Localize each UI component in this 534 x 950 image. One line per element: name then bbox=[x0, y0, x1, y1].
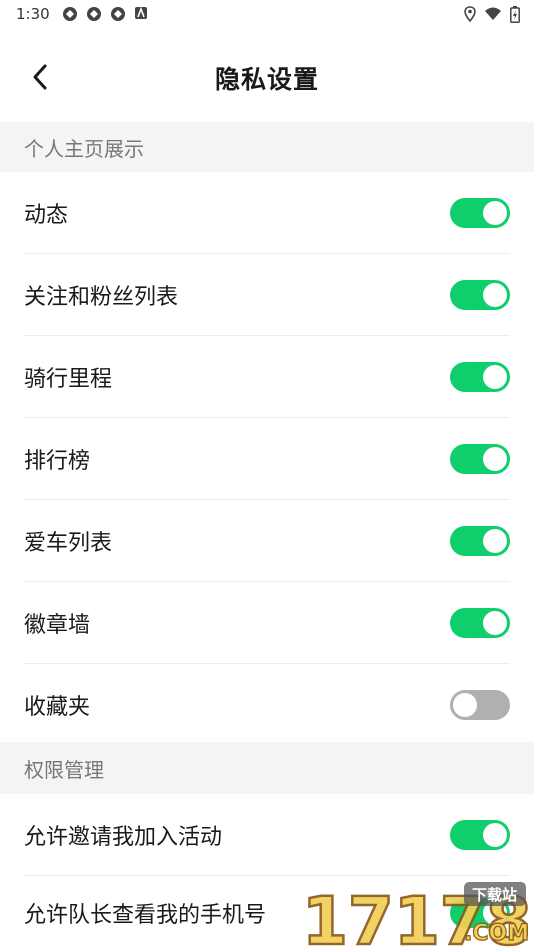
toggle-knob bbox=[453, 693, 477, 717]
setting-label: 允许队长查看我的手机号 bbox=[24, 903, 267, 928]
watermark-logo: 17178 下载站 .COM bbox=[302, 882, 528, 950]
wifi-icon bbox=[485, 7, 501, 20]
setting-row-badge-wall: 徽章墙 bbox=[24, 582, 510, 664]
setting-label: 骑行里程 bbox=[24, 366, 113, 392]
section-header-permissions: 权限管理 bbox=[0, 742, 534, 794]
toggle-knob bbox=[483, 364, 507, 389]
location-icon bbox=[464, 6, 476, 22]
setting-row-activity-invite: 允许邀请我加入活动 bbox=[24, 794, 510, 876]
toggle-switch[interactable] bbox=[450, 197, 510, 228]
setting-row-riding-distance: 骑行里程 bbox=[24, 336, 510, 418]
toggle-knob bbox=[483, 200, 507, 225]
status-icons-left bbox=[62, 6, 148, 22]
setting-row-favorites: 收藏夹 bbox=[24, 664, 510, 746]
toggle-switch[interactable] bbox=[450, 607, 510, 638]
battery-icon bbox=[510, 5, 520, 23]
toggle-switch[interactable] bbox=[450, 525, 510, 556]
page-title: 隐私设置 bbox=[214, 65, 319, 94]
toggle-knob bbox=[483, 822, 507, 847]
setting-label: 排行榜 bbox=[24, 448, 91, 474]
setting-row-dynamic: 动态 bbox=[24, 172, 510, 254]
notification-icon bbox=[62, 7, 77, 21]
setting-label: 收藏夹 bbox=[24, 695, 91, 720]
status-bar: 1:30 bbox=[0, 0, 534, 28]
toggle-knob bbox=[483, 528, 507, 553]
setting-label: 允许邀请我加入活动 bbox=[24, 824, 223, 850]
watermark-tag: 下载站 bbox=[472, 886, 517, 904]
notification-icon bbox=[86, 7, 101, 21]
toggle-knob bbox=[483, 446, 507, 471]
status-time: 1:30 bbox=[16, 5, 50, 23]
toggle-switch[interactable] bbox=[450, 443, 510, 474]
watermark-domain: .COM bbox=[464, 921, 528, 946]
toggle-switch[interactable] bbox=[450, 279, 510, 310]
nav-bar: 隐私设置 bbox=[0, 34, 534, 122]
setting-label: 关注和粉丝列表 bbox=[24, 284, 179, 310]
setting-row-car-list: 爱车列表 bbox=[24, 500, 510, 582]
toggle-switch[interactable] bbox=[450, 690, 510, 720]
setting-row-follow-list: 关注和粉丝列表 bbox=[24, 254, 510, 336]
toggle-switch[interactable] bbox=[450, 361, 510, 392]
setting-label: 徽章墙 bbox=[24, 612, 91, 638]
setting-row-leaderboard: 排行榜 bbox=[24, 418, 510, 500]
toggle-knob bbox=[483, 610, 507, 635]
notification-icon bbox=[110, 7, 125, 21]
app-a-icon bbox=[134, 6, 147, 19]
toggle-knob bbox=[483, 282, 507, 307]
section-header-profile: 个人主页展示 bbox=[0, 122, 534, 172]
chevron-left-icon[interactable] bbox=[26, 62, 56, 92]
setting-label: 爱车列表 bbox=[24, 530, 113, 556]
toggle-switch[interactable] bbox=[450, 819, 510, 850]
setting-label: 动态 bbox=[24, 202, 69, 228]
status-icons-right bbox=[464, 5, 520, 23]
